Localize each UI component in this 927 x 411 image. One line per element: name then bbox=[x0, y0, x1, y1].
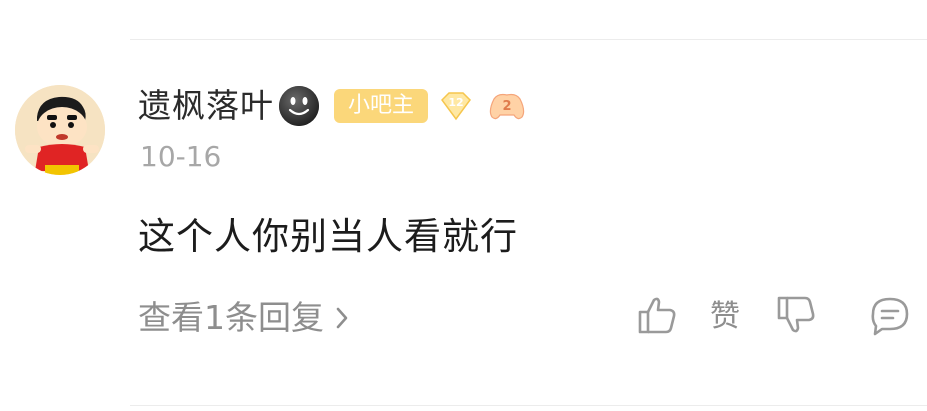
thumbs-up-icon[interactable] bbox=[636, 294, 678, 336]
svg-text:2: 2 bbox=[502, 99, 511, 114]
like-label[interactable]: 赞 bbox=[710, 296, 740, 338]
comment-icon[interactable] bbox=[868, 294, 912, 338]
svg-text:12: 12 bbox=[448, 96, 463, 109]
bottom-divider bbox=[130, 405, 927, 406]
gamepad-icon: 2 bbox=[489, 93, 525, 120]
chevron-right-icon bbox=[336, 307, 348, 329]
comment-date: 10-16 bbox=[140, 140, 222, 173]
moderator-badge: 小吧主 bbox=[334, 89, 429, 123]
view-replies-label: 查看1条回复 bbox=[138, 298, 324, 337]
username-row: 遗枫落叶 小吧主 12 2 bbox=[138, 84, 526, 128]
username[interactable]: 遗枫落叶 bbox=[138, 84, 274, 128]
smiley-icon bbox=[279, 86, 319, 126]
level-diamond-icon: 12 bbox=[441, 92, 472, 121]
view-replies-link[interactable]: 查看1条回复 bbox=[138, 296, 350, 340]
avatar[interactable] bbox=[15, 85, 105, 175]
top-divider bbox=[130, 39, 927, 40]
comment-content: 这个人你别当人看就行 bbox=[138, 215, 518, 258]
thumbs-down-icon[interactable] bbox=[775, 294, 817, 336]
